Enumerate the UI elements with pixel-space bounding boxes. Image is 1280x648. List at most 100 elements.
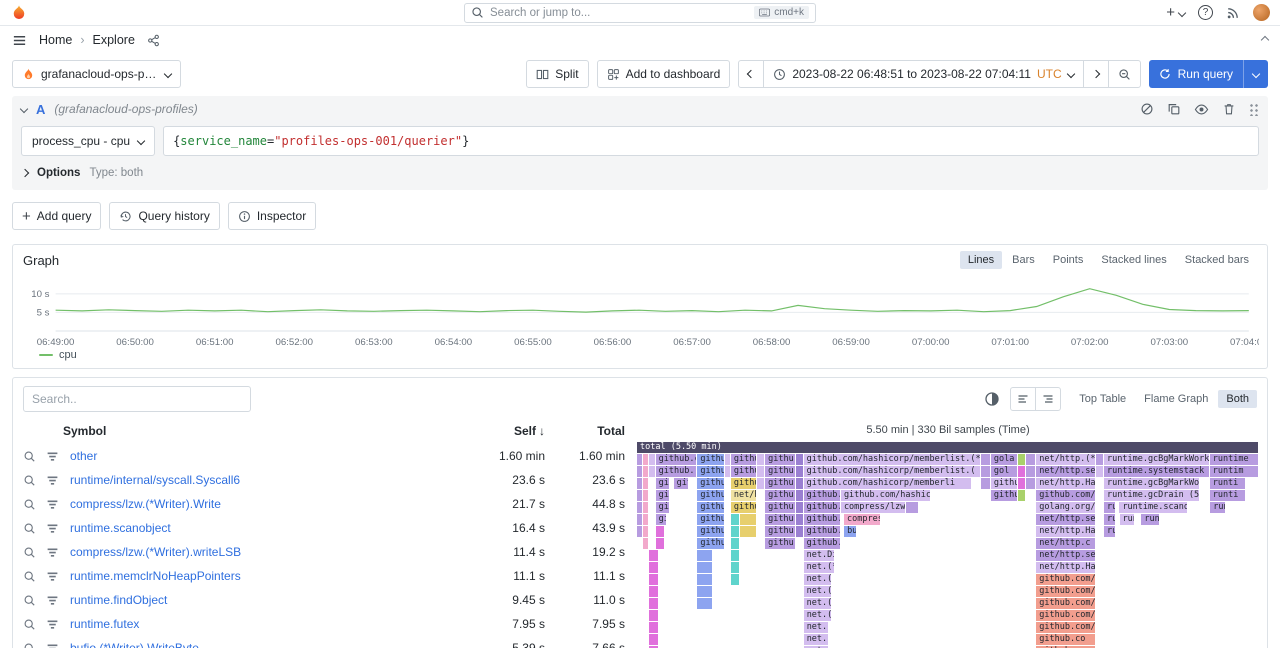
flame-node[interactable] xyxy=(1026,478,1036,489)
flame-node[interactable]: runtime.gcBgMarkWorke: xyxy=(1104,454,1210,465)
sandwich-view-icon[interactable] xyxy=(46,474,61,487)
flame-node[interactable]: gola xyxy=(991,454,1018,465)
global-search[interactable]: Search or jump to... cmd+k xyxy=(464,3,816,23)
flame-node[interactable] xyxy=(757,454,765,465)
search-symbol-icon[interactable] xyxy=(23,546,38,559)
disable-query-icon[interactable] xyxy=(1140,102,1154,116)
flame-node[interactable]: githu xyxy=(697,538,725,549)
graph-mode-points[interactable]: Points xyxy=(1045,251,1092,269)
graph-mode-bars[interactable]: Bars xyxy=(1004,251,1043,269)
flame-node[interactable]: github.cc xyxy=(804,514,841,525)
search-symbol-icon[interactable] xyxy=(23,618,38,631)
flame-node[interactable] xyxy=(649,586,658,597)
flame-node[interactable]: git xyxy=(656,490,670,501)
flame-node[interactable]: github.co xyxy=(804,502,841,513)
flame-node[interactable]: github. xyxy=(656,466,698,477)
flame-node[interactable] xyxy=(1026,466,1036,477)
flame-node[interactable]: githu xyxy=(765,466,796,477)
flame-node[interactable] xyxy=(649,622,658,633)
view-toggle-flame-graph[interactable]: Flame Graph xyxy=(1136,390,1216,408)
scroll-top-icon[interactable] xyxy=(1262,37,1268,43)
flame-node[interactable]: github.com/hashicorp/memberli xyxy=(804,478,972,489)
flame-node[interactable]: runti xyxy=(1210,478,1247,489)
flame-node[interactable] xyxy=(1018,466,1027,477)
flame-node[interactable]: gi xyxy=(656,514,667,525)
flame-node[interactable]: github.co xyxy=(991,490,1018,501)
drag-handle[interactable] xyxy=(1249,102,1259,116)
flame-node[interactable]: githu xyxy=(765,538,796,549)
sandwich-view-icon[interactable] xyxy=(46,498,61,511)
flame-node[interactable]: net.Di xyxy=(804,550,835,561)
new-menu-button[interactable]: + xyxy=(1166,5,1185,20)
breadcrumb-home[interactable]: Home xyxy=(39,33,72,47)
flame-node[interactable]: githu xyxy=(765,514,796,525)
sandwich-view-icon[interactable] xyxy=(46,642,61,648)
add-query-button[interactable]: + Add query xyxy=(12,202,101,230)
flame-node[interactable] xyxy=(697,574,713,585)
menu-icon[interactable] xyxy=(12,33,27,48)
sandwich-view-icon[interactable] xyxy=(46,522,61,535)
symbol-link[interactable]: runtime.scanobject xyxy=(70,521,459,535)
time-back-button[interactable] xyxy=(738,60,764,88)
search-symbol-icon[interactable] xyxy=(23,522,38,535)
flame-node[interactable]: net.( xyxy=(804,622,829,633)
share-icon[interactable] xyxy=(147,34,160,47)
flame-node[interactable]: net/http.ser xyxy=(1036,514,1096,525)
add-to-dashboard-button[interactable]: Add to dashboard xyxy=(597,60,731,88)
flame-node[interactable] xyxy=(796,526,803,537)
flame-node[interactable]: runtime.systemstack ( xyxy=(1104,466,1210,477)
flame-node[interactable]: git xyxy=(656,502,670,513)
flame-node[interactable]: github.com/g xyxy=(1036,622,1096,633)
flame-node[interactable]: githu xyxy=(765,490,796,501)
graph-mode-stacked-bars[interactable]: Stacked bars xyxy=(1177,251,1257,269)
flame-node[interactable] xyxy=(731,538,740,549)
graph-mode-lines[interactable]: Lines xyxy=(960,251,1002,269)
symbol-link[interactable]: runtime.memclrNoHeapPointers xyxy=(70,569,459,583)
flame-node[interactable] xyxy=(731,562,740,573)
flame-node[interactable]: net.(* xyxy=(804,610,832,621)
zoom-out-button[interactable] xyxy=(1108,60,1141,88)
flame-node[interactable] xyxy=(757,478,765,489)
flame-node[interactable]: githu xyxy=(765,502,796,513)
flame-node[interactable] xyxy=(649,562,658,573)
flame-node[interactable]: github.co xyxy=(804,538,841,549)
flame-node[interactable]: compres xyxy=(844,514,881,525)
query-input[interactable]: {service_name="profiles-ops-001/querier"… xyxy=(163,126,1259,156)
align-left-icon[interactable] xyxy=(1010,387,1036,411)
flame-node[interactable]: github.cc xyxy=(804,490,841,501)
profile-type-selector[interactable]: process_cpu - cpu xyxy=(21,126,155,156)
flame-node[interactable] xyxy=(697,598,713,609)
flame-node[interactable]: total (5.50 min) xyxy=(637,442,1259,453)
flame-node[interactable]: net/h xyxy=(731,490,757,501)
flame-node[interactable]: githu xyxy=(697,526,725,537)
flame-node[interactable]: net.( xyxy=(804,634,829,645)
flame-node[interactable]: net/http.ser xyxy=(1036,550,1096,561)
flame-node[interactable]: github.com/hashicorp/memberlist.( xyxy=(804,466,981,477)
flame-node[interactable]: githu xyxy=(731,478,757,489)
flame-node[interactable] xyxy=(796,478,803,489)
flame-node[interactable] xyxy=(1018,478,1027,489)
search-symbol-icon[interactable] xyxy=(23,450,38,463)
flame-node[interactable]: githu xyxy=(697,454,725,465)
news-icon[interactable] xyxy=(1226,6,1240,20)
flame-node[interactable]: runtime.gcDrain (55.5 xyxy=(1104,490,1200,501)
flame-node[interactable] xyxy=(697,562,713,573)
symbol-link[interactable]: other xyxy=(70,449,459,463)
flame-node[interactable] xyxy=(649,634,658,645)
sandwich-view-icon[interactable] xyxy=(46,450,61,463)
flame-node[interactable] xyxy=(656,526,665,537)
flame-node[interactable]: run xyxy=(1104,514,1116,525)
cpu-usage-chart[interactable]: 5 s10 s06:49:0006:50:0006:51:0006:52:000… xyxy=(13,271,1267,349)
flame-node[interactable]: github.com/s xyxy=(1036,610,1096,621)
flame-node[interactable] xyxy=(757,466,765,477)
flame-node[interactable]: githu xyxy=(697,478,725,489)
contrast-icon[interactable] xyxy=(984,391,1000,407)
flame-node[interactable] xyxy=(1018,490,1027,501)
flame-node[interactable] xyxy=(649,598,658,609)
flame-node[interactable]: net/http.(*c xyxy=(1036,454,1096,465)
search-symbol-icon[interactable] xyxy=(23,498,38,511)
flame-node[interactable] xyxy=(1026,454,1036,465)
flame-node[interactable]: run xyxy=(1210,502,1226,513)
flame-node[interactable] xyxy=(981,454,991,465)
flame-node[interactable]: githu xyxy=(731,466,757,477)
